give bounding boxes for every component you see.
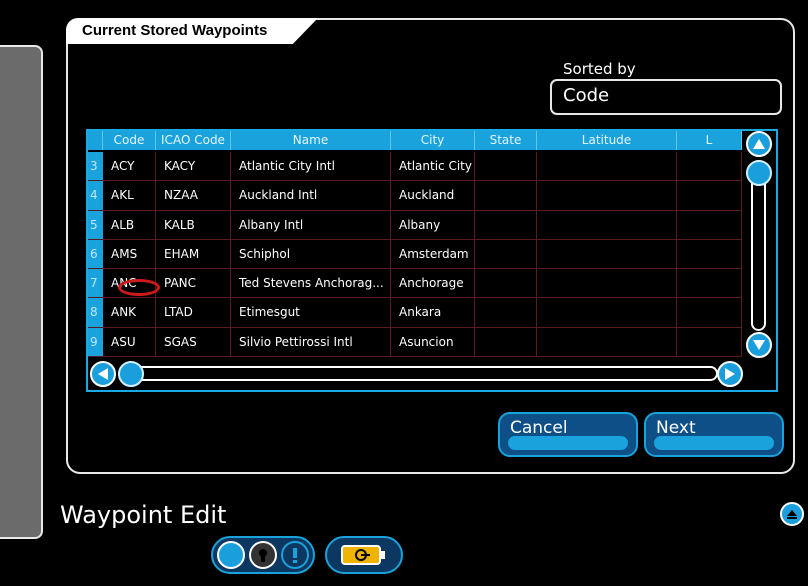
row-number: 4 [88,181,103,210]
scroll-down-arrow-icon[interactable] [746,332,772,358]
next-button[interactable]: Next [644,412,784,457]
cell-latitude [537,181,677,210]
cell-latitude [537,239,677,269]
battery-icon [341,545,385,565]
lock-icon [249,541,277,569]
cell-icao: PANC [156,269,231,298]
table-row[interactable]: 8 ANK LTAD Etimesgut Ankara [88,298,742,328]
status-indicator-group[interactable] [211,536,315,574]
table-row[interactable]: 5 ALB KALB Albany Intl Albany [88,210,742,240]
cell-icao: LTAD [156,298,231,327]
cell-latitude [537,152,677,181]
row-number: 5 [88,210,103,239]
cell-state [475,239,537,269]
table-row[interactable]: 3 ACY KACY Atlantic City Intl Atlantic C… [88,152,742,182]
row-number: 3 [88,152,103,181]
header-name[interactable]: Name [231,131,391,150]
cell-city: Asuncion [391,327,475,357]
cell-longitude [677,152,742,181]
battery-indicator[interactable] [325,536,403,574]
header-city[interactable]: City [391,131,475,150]
vertical-scroll-thumb[interactable] [746,160,772,186]
panel-title-tab: Current Stored Waypoints [66,18,318,44]
header-longitude[interactable]: L [677,131,742,150]
table-header: Code ICAO Code Name City State Latitude … [88,131,742,150]
cell-name: Ted Stevens Anchorag... [231,269,391,298]
cell-code: ACY [103,152,156,181]
cell-city: Albany [391,210,475,239]
cell-longitude [677,239,742,269]
collapse-up-icon[interactable] [780,502,804,526]
cell-longitude [677,181,742,210]
row-number: 7 [88,269,103,298]
cell-state [475,327,537,357]
row-number: 9 [88,327,103,357]
sort-selector[interactable]: Code [550,79,782,115]
cell-code: AMS [103,239,156,269]
page-title: Waypoint Edit [60,501,227,529]
cell-code: AKL [103,181,156,210]
cell-longitude [677,210,742,239]
cell-icao: EHAM [156,239,231,269]
cell-name: Atlantic City Intl [231,152,391,181]
sorted-by-label: Sorted by [563,60,636,78]
cell-longitude [677,327,742,357]
table-row-highlighted[interactable]: 7 ANC PANC Ted Stevens Anchorag... Ancho… [88,269,742,299]
cell-latitude [537,210,677,239]
cell-latitude [537,327,677,357]
cancel-button[interactable]: Cancel [498,412,638,457]
cell-city: Auckland [391,181,475,210]
selection-highlight-ring [118,279,160,296]
cell-icao: SGAS [156,327,231,357]
alert-icon [281,541,309,569]
status-circle-icon [217,541,245,569]
horizontal-scrollbar-track[interactable] [118,366,718,381]
table-row[interactable]: 4 AKL NZAA Auckland Intl Auckland [88,181,742,211]
table-body: 3 ACY KACY Atlantic City Intl Atlantic C… [88,152,742,358]
cell-name: Etimesgut [231,298,391,327]
cell-city: Anchorage [391,269,475,298]
cell-icao: KACY [156,152,231,181]
cell-name: Auckland Intl [231,181,391,210]
table-row[interactable]: 6 AMS EHAM Schiphol Amsterdam [88,239,742,270]
left-side-panel[interactable] [0,45,43,539]
cell-city: Amsterdam [391,239,475,269]
row-number: 8 [88,298,103,327]
cell-city: Ankara [391,298,475,327]
horizontal-scroll-thumb[interactable] [118,361,144,387]
scroll-up-arrow-icon[interactable] [746,131,772,157]
cell-code: ALB [103,210,156,239]
row-number: 6 [88,239,103,269]
cell-state [475,210,537,239]
cell-icao: KALB [156,210,231,239]
cell-code: ASU [103,327,156,357]
cell-code: ANK [103,298,156,327]
cell-name: Albany Intl [231,210,391,239]
header-state[interactable]: State [475,131,537,150]
cell-latitude [537,269,677,298]
panel-title: Current Stored Waypoints [82,22,268,39]
cell-state [475,298,537,327]
header-icao[interactable]: ICAO Code [156,131,231,150]
cell-longitude [677,269,742,298]
cell-state [475,181,537,210]
cell-icao: NZAA [156,181,231,210]
cell-state [475,269,537,298]
scroll-left-arrow-icon[interactable] [90,361,116,387]
scroll-right-arrow-icon[interactable] [717,361,743,387]
cell-longitude [677,298,742,327]
table-row[interactable]: 9 ASU SGAS Silvio Pettirossi Intl Asunci… [88,327,742,358]
header-num [88,131,103,150]
header-code[interactable]: Code [103,131,156,150]
cell-name: Schiphol [231,239,391,269]
header-latitude[interactable]: Latitude [537,131,677,150]
cell-name: Silvio Pettirossi Intl [231,327,391,357]
cell-city: Atlantic City [391,152,475,181]
cell-latitude [537,298,677,327]
cell-state [475,152,537,181]
